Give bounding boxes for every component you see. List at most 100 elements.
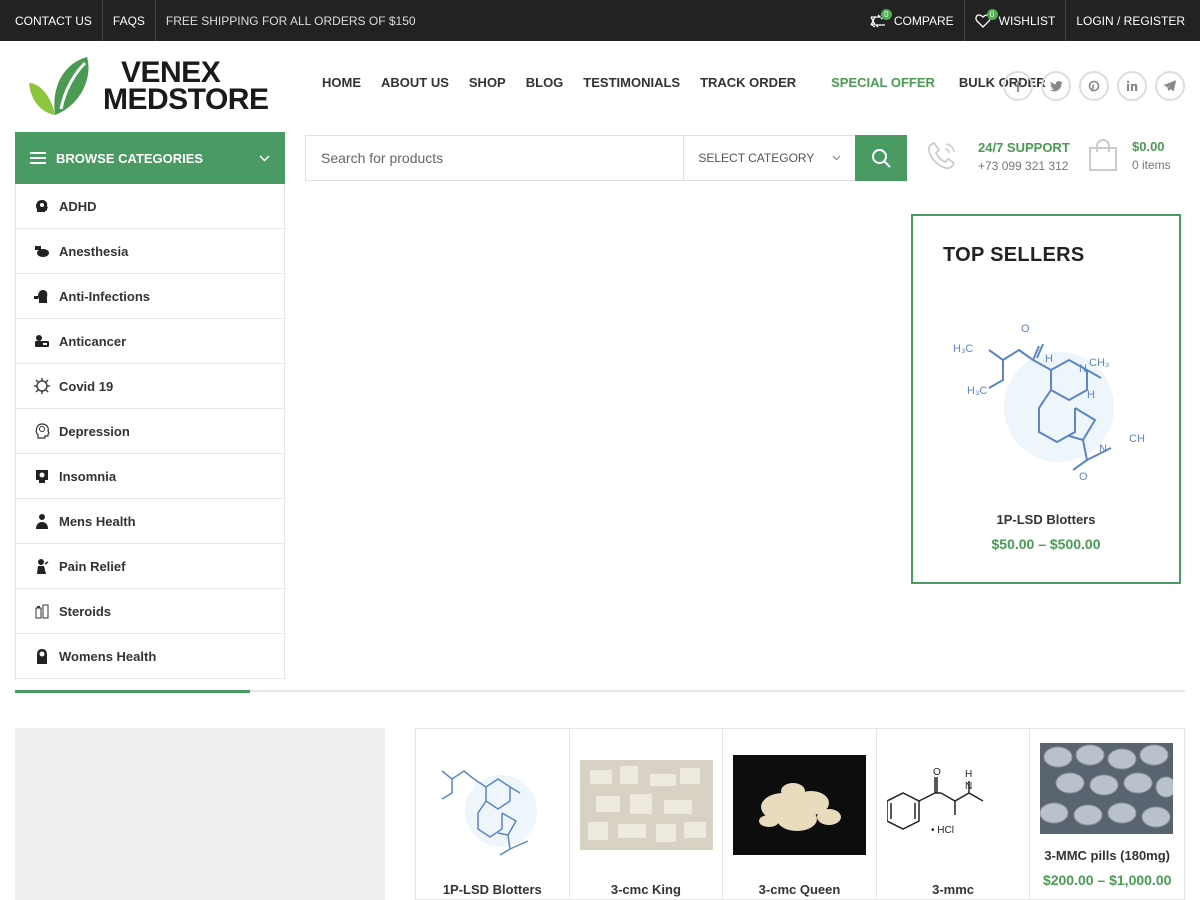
telegram-icon[interactable] <box>1155 71 1185 101</box>
svg-text:O: O <box>933 767 941 778</box>
category-steroids[interactable]: Steroids <box>16 588 284 633</box>
nav-testimonials[interactable]: TESTIMONIALS <box>573 75 690 90</box>
chevron-down-icon <box>259 154 270 162</box>
search-input[interactable] <box>306 136 684 180</box>
product-card[interactable]: 3-cmc Queen <box>723 729 877 899</box>
svg-text:O: O <box>1079 471 1088 482</box>
facebook-icon[interactable] <box>1003 71 1033 101</box>
nav-about-us[interactable]: ABOUT US <box>371 75 459 90</box>
category-pain-relief[interactable]: Pain Relief <box>16 543 284 588</box>
category-anticancer[interactable]: Anticancer <box>16 318 284 363</box>
support-info: 24/7 SUPPORT +73 099 321 312 <box>924 138 1070 174</box>
compare-link[interactable]: 0 COMPARE <box>860 0 964 41</box>
support-phone[interactable]: +73 099 321 312 <box>978 159 1070 173</box>
category-label: Mens Health <box>59 513 136 529</box>
cart-widget[interactable]: $0.00 0 items <box>1088 138 1171 172</box>
compare-count-badge: 0 <box>880 9 892 20</box>
anticancer-icon <box>34 333 50 349</box>
browse-categories-toggle[interactable]: BROWSE CATEGORIES <box>15 132 285 184</box>
search-button[interactable] <box>855 135 907 181</box>
category-anesthesia[interactable]: Anesthesia <box>16 228 284 273</box>
main-nav: HOME ABOUT US SHOP BLOG TESTIMONIALS TRA… <box>312 75 1056 90</box>
contact-us-link[interactable]: CONTACT US <box>0 0 103 41</box>
compare-label: COMPARE <box>893 13 954 28</box>
faqs-link[interactable]: FAQS <box>103 0 156 41</box>
promo-banner[interactable] <box>15 728 385 900</box>
category-anti-infections[interactable]: Anti-Infections <box>16 273 284 318</box>
product-name[interactable]: 3-MMC pills (180mg) <box>1030 848 1184 863</box>
svg-text:H: H <box>1045 353 1053 365</box>
svg-text:H: H <box>965 769 972 780</box>
product-price: $200.00 – $1,000.00 <box>1042 872 1172 888</box>
category-select-value: SELECT CATEGORY <box>698 151 815 165</box>
product-card[interactable]: 3-MMC pills (180mg) $200.00 – $1,000.00 <box>1030 729 1184 899</box>
linkedin-icon[interactable] <box>1117 71 1147 101</box>
category-mens-health[interactable]: Mens Health <box>16 498 284 543</box>
phone-icon <box>927 141 956 170</box>
head-profile-icon <box>34 198 50 214</box>
product-carousel: 1P-LSD Blotters 3-cmc King 3-cmc Queen O… <box>415 728 1185 900</box>
category-label: Womens Health <box>59 648 157 664</box>
product-card[interactable]: O H N • HCl 3-mmc <box>877 729 1031 899</box>
pinterest-icon[interactable] <box>1079 71 1109 101</box>
product-image[interactable] <box>426 749 559 861</box>
product-card[interactable]: 1P-LSD Blotters <box>416 729 570 899</box>
nav-shop[interactable]: SHOP <box>459 75 516 90</box>
wishlist-count-badge: 0 <box>986 9 998 20</box>
top-bar: CONTACT US FAQS FREE SHIPPING FOR ALL OR… <box>0 0 1200 41</box>
svg-text:• HCl: • HCl <box>931 825 954 836</box>
category-adhd[interactable]: ADHD <box>16 184 284 228</box>
category-insomnia[interactable]: Insomnia <box>16 453 284 498</box>
cart-total: $0.00 <box>1132 138 1165 154</box>
nav-blog[interactable]: BLOG <box>516 75 574 90</box>
pain-relief-icon <box>34 558 50 574</box>
header: VENEX MEDSTORE HOME ABOUT US SHOP BLOG T… <box>0 41 1200 131</box>
svg-text:N: N <box>1079 363 1087 375</box>
product-name[interactable]: 3-cmc King <box>570 882 723 897</box>
leaf-logo-icon <box>29 57 89 115</box>
category-label: Anti-Infections <box>59 288 150 304</box>
product-card[interactable]: 3-cmc King <box>570 729 724 899</box>
steroids-icon <box>34 603 50 619</box>
search-bar: SELECT CATEGORY <box>305 135 907 181</box>
top-seller-product-name[interactable]: 1P-LSD Blotters <box>913 512 1179 527</box>
top-seller-product-price: $50.00 – $500.00 <box>991 536 1101 552</box>
support-title: 24/7 SUPPORT <box>978 139 1070 155</box>
logo[interactable]: VENEX MEDSTORE <box>25 55 269 117</box>
browse-categories-label: BROWSE CATEGORIES <box>56 150 204 166</box>
product-name[interactable]: 1P-LSD Blotters <box>416 882 569 897</box>
category-list: ADHD Anesthesia Anti-Infections Anticanc… <box>15 184 285 679</box>
logo-line-1: VENEX <box>121 56 221 89</box>
product-image[interactable]: O H N • HCl <box>886 765 1020 845</box>
category-label: Pain Relief <box>59 558 126 574</box>
category-select[interactable]: SELECT CATEGORY <box>683 136 855 180</box>
twitter-icon[interactable] <box>1041 71 1071 101</box>
shopping-bag-icon <box>1089 139 1117 171</box>
nav-track-order[interactable]: TRACK ORDER <box>690 75 806 90</box>
logo-line-2: MEDSTORE <box>103 83 269 116</box>
product-image[interactable]: H₃C H₃C O H N CH₃ H N CH₃ O <box>949 312 1145 482</box>
svg-text:N: N <box>1099 443 1107 455</box>
man-icon <box>34 513 50 529</box>
product-name[interactable]: 3-mmc <box>877 882 1030 897</box>
product-image[interactable] <box>733 755 867 855</box>
category-label: Insomnia <box>59 468 117 484</box>
category-womens-health[interactable]: Womens Health <box>16 633 284 678</box>
product-image[interactable] <box>1040 743 1174 834</box>
wishlist-link[interactable]: 0 WISHLIST <box>963 0 1066 41</box>
shipping-notice: FREE SHIPPING FOR ALL ORDERS OF $150 <box>165 13 416 28</box>
category-depression[interactable]: Depression <box>16 408 284 453</box>
product-name[interactable]: 3-cmc Queen <box>723 882 876 897</box>
category-label: ADHD <box>59 198 97 214</box>
brain-head-icon <box>34 423 50 439</box>
top-sellers-widget: TOP SELLERS H₃C H₃C O H N CH₃ H N CH₃ O … <box>911 214 1181 584</box>
nav-home[interactable]: HOME <box>312 75 371 90</box>
svg-text:H₃C: H₃C <box>953 343 973 355</box>
category-label: Anesthesia <box>59 243 129 259</box>
nav-special-offer[interactable]: SPECIAL OFFER <box>821 75 945 90</box>
search-icon <box>872 149 891 168</box>
login-register-link[interactable]: LOGIN / REGISTER <box>1065 0 1200 41</box>
product-image[interactable] <box>579 760 713 850</box>
category-covid-19[interactable]: Covid 19 <box>16 363 284 408</box>
svg-text:CH₃: CH₃ <box>1129 433 1145 445</box>
